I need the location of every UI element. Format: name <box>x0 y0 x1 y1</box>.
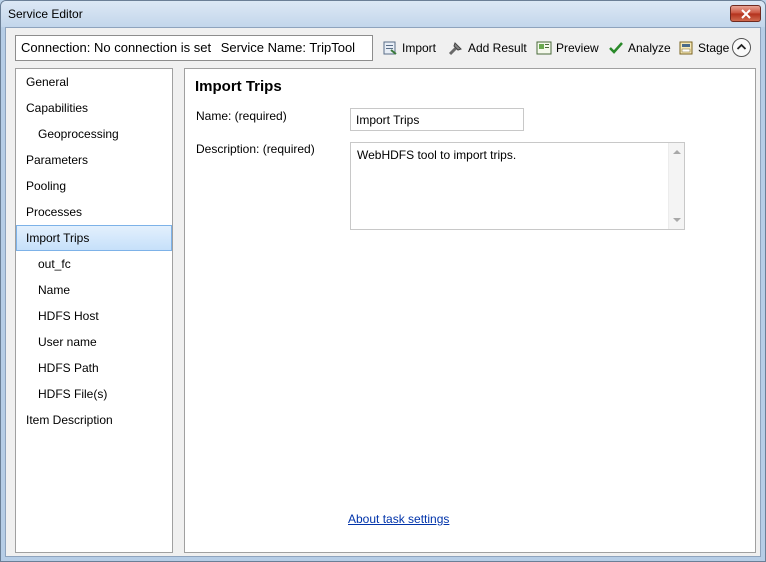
nav-item-parameters[interactable]: Parameters <box>16 147 172 173</box>
nav-item-hdfs-host[interactable]: HDFS Host <box>16 303 172 329</box>
import-icon <box>382 40 398 56</box>
checkmark-icon <box>608 40 624 56</box>
nav-item-import-trips[interactable]: Import Trips <box>16 225 172 251</box>
chevron-up-icon <box>736 43 747 50</box>
toolbar: Connection: No connection is set Service… <box>6 28 760 66</box>
nav-item-out-fc[interactable]: out_fc <box>16 251 172 277</box>
page-title: Import Trips <box>195 78 282 95</box>
scroll-down-icon[interactable] <box>673 218 681 222</box>
preview-button[interactable]: Preview <box>536 38 599 58</box>
analyze-button-label: Analyze <box>628 41 671 55</box>
connection-status: Connection: No connection is set <box>21 40 212 55</box>
nav-item-geoprocessing[interactable]: Geoprocessing <box>16 121 172 147</box>
nav-item-name[interactable]: Name <box>16 277 172 303</box>
analyze-button[interactable]: Analyze <box>608 38 671 58</box>
stage-button[interactable]: Stage <box>678 38 729 58</box>
close-icon <box>740 8 751 19</box>
stage-icon <box>678 40 694 56</box>
nav-item-hdfs-path[interactable]: HDFS Path <box>16 355 172 381</box>
service-editor-window: Service Editor Connection: No connection… <box>0 0 766 562</box>
import-button[interactable]: Import <box>382 38 436 58</box>
editor-client-area: Connection: No connection is set Service… <box>5 27 761 557</box>
close-button[interactable] <box>730 5 761 22</box>
description-label: Description: (required) <box>196 142 315 156</box>
add-result-button-label: Add Result <box>468 41 527 55</box>
name-field[interactable]: Import Trips <box>350 108 524 131</box>
title-bar: Service Editor <box>1 1 765 27</box>
nav-item-general[interactable]: General <box>16 69 172 95</box>
add-result-button[interactable]: Add Result <box>448 38 527 58</box>
scroll-up-icon[interactable] <box>673 150 681 154</box>
description-scrollbar[interactable] <box>668 143 684 229</box>
nav-item-processes[interactable]: Processes <box>16 199 172 225</box>
stage-button-label: Stage <box>698 41 730 55</box>
nav-item-item-description[interactable]: Item Description <box>16 407 172 433</box>
nav-item-hdfs-files[interactable]: HDFS File(s) <box>16 381 172 407</box>
preview-icon <box>536 40 552 56</box>
collapse-toolbar-button[interactable] <box>732 38 751 57</box>
service-name: Service Name: TripTool <box>220 40 356 55</box>
nav-item-user-name[interactable]: User name <box>16 329 172 355</box>
task-settings-panel: Import Trips Name: (required) Import Tri… <box>184 68 756 553</box>
window-title: Service Editor <box>8 7 83 21</box>
nav-item-capabilities[interactable]: Capabilities <box>16 95 172 121</box>
about-task-settings-link[interactable]: About task settings <box>348 512 449 526</box>
add-result-icon <box>448 40 464 56</box>
description-text: WebHDFS tool to import trips. <box>357 148 517 162</box>
preview-button-label: Preview <box>556 41 599 55</box>
settings-nav-panel: General Capabilities Geoprocessing Param… <box>15 68 173 553</box>
description-field[interactable]: WebHDFS tool to import trips. <box>350 142 685 230</box>
connection-info-box: Connection: No connection is set Service… <box>15 35 373 61</box>
nav-item-pooling[interactable]: Pooling <box>16 173 172 199</box>
import-button-label: Import <box>402 41 437 55</box>
name-label: Name: (required) <box>196 109 287 123</box>
